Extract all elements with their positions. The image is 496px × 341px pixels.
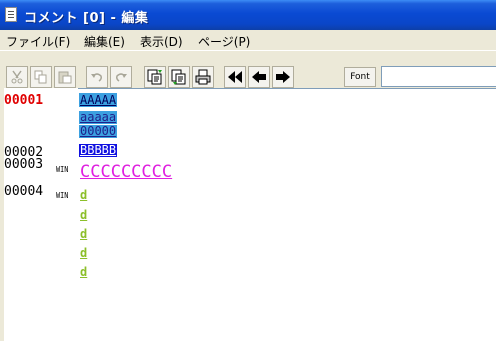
line-number: 00004 xyxy=(4,184,44,199)
toolbar: Font xyxy=(0,50,496,88)
undo-icon[interactable] xyxy=(86,66,108,88)
text-line[interactable]: BBBBB xyxy=(79,144,118,157)
window-title: コメント [0] - 編集 xyxy=(24,11,149,26)
toolbar-text-field[interactable] xyxy=(381,66,496,87)
first-icon[interactable] xyxy=(224,66,246,88)
text-line[interactable]: d xyxy=(80,208,87,222)
text-line[interactable]: d xyxy=(80,265,87,279)
forward-icon[interactable] xyxy=(272,66,294,88)
line-number: 00003 xyxy=(4,157,44,172)
menu-view[interactable]: 表示(D) xyxy=(140,33,183,50)
line-number-gutter xyxy=(4,88,78,341)
text-line[interactable]: d xyxy=(80,227,87,241)
text-line[interactable]: d xyxy=(80,246,87,260)
text-line[interactable]: aaaaa xyxy=(79,111,118,124)
text-line[interactable]: CCCCCCCCC xyxy=(80,163,172,181)
print-icon[interactable] xyxy=(192,66,214,88)
text-line[interactable]: AAAAA xyxy=(79,93,118,107)
line-number: 00001 xyxy=(4,93,44,108)
copy-icon[interactable] xyxy=(30,66,52,88)
menu-file[interactable]: ファイル(F) xyxy=(6,33,70,50)
insert-page-icon[interactable] xyxy=(144,66,166,88)
win-tag: WIN xyxy=(56,165,69,174)
menu-page[interactable]: ページ(P) xyxy=(198,33,250,50)
menu-bar: ファイル(F) 編集(E) 表示(D) ページ(P) xyxy=(0,30,496,50)
menu-edit[interactable]: 編集(E) xyxy=(84,33,125,50)
copy-page-icon[interactable] xyxy=(168,66,190,88)
text-line[interactable]: d xyxy=(80,188,87,202)
win-tag: WIN xyxy=(56,191,69,200)
paste-icon[interactable] xyxy=(54,66,76,88)
font-button[interactable]: Font xyxy=(344,67,376,87)
document-icon xyxy=(5,7,17,22)
cut-icon[interactable] xyxy=(6,66,28,88)
redo-icon[interactable] xyxy=(110,66,132,88)
title-bar[interactable]: コメント [0] - 編集 xyxy=(0,0,496,30)
text-line[interactable]: 00000 xyxy=(79,125,118,138)
back-icon[interactable] xyxy=(248,66,270,88)
